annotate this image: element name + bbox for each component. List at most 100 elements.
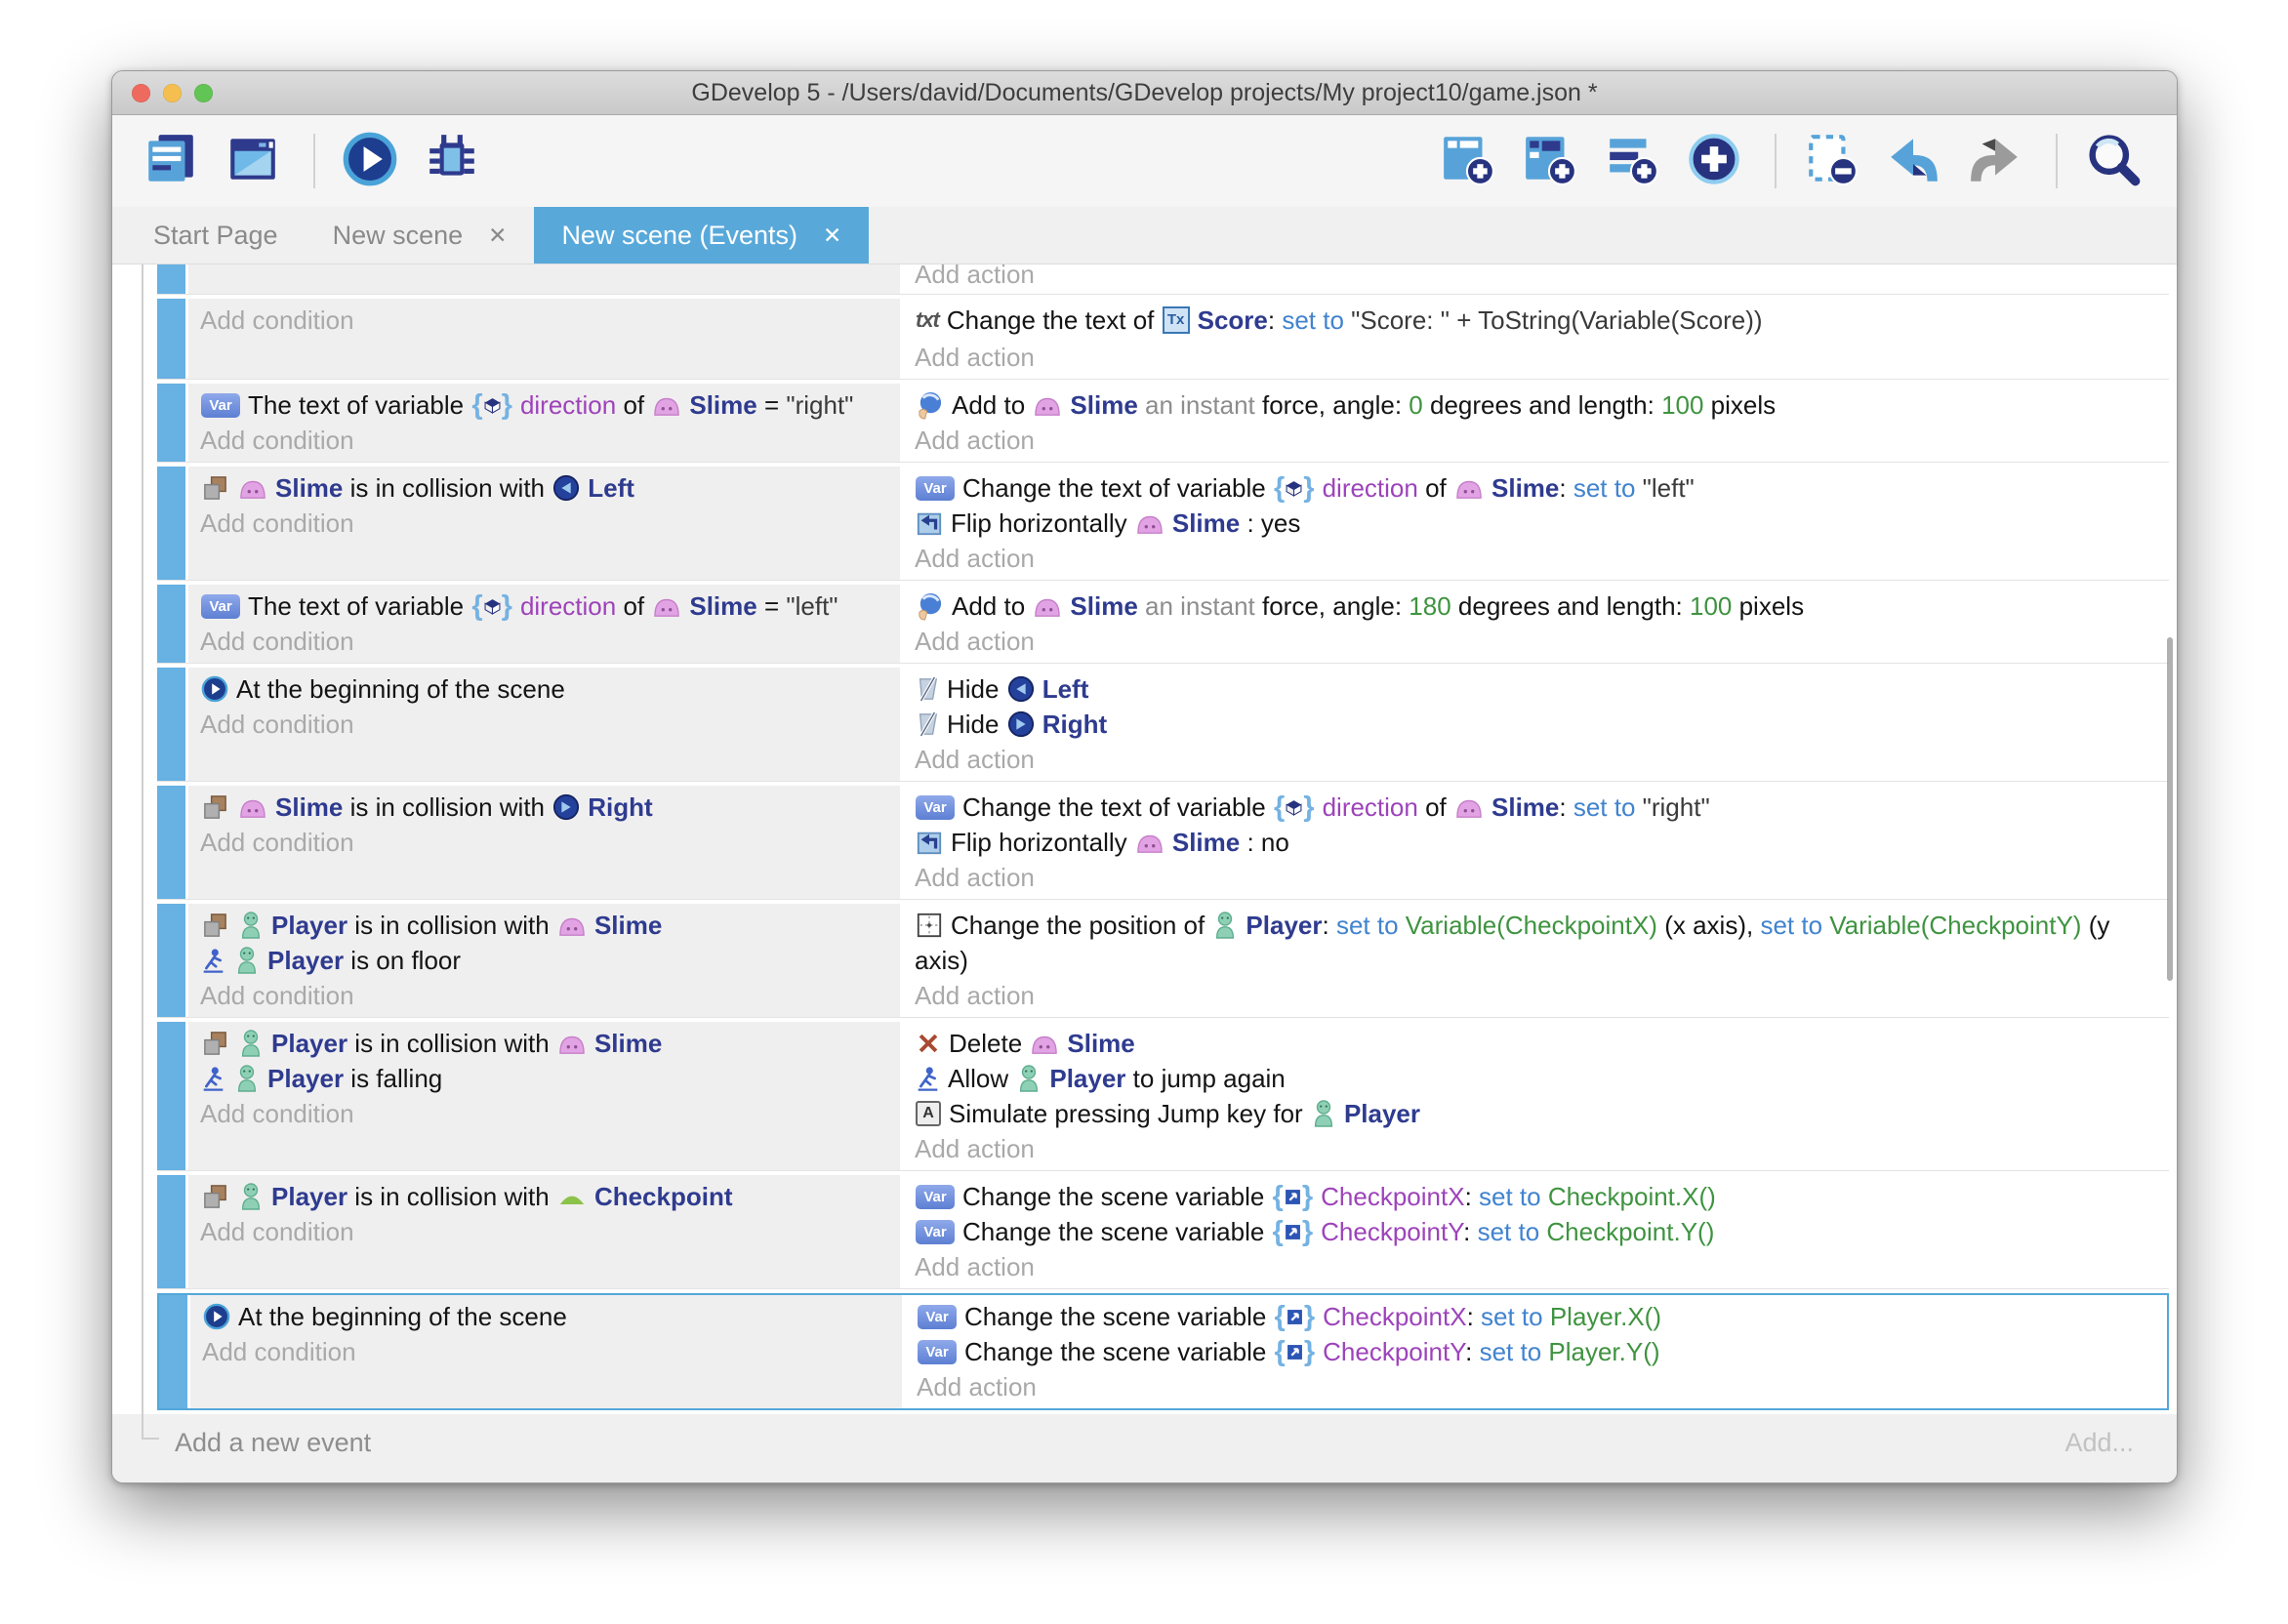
add-action-button[interactable]: Add action xyxy=(915,978,2159,1013)
add-action-button[interactable]: Add action xyxy=(917,1369,2157,1404)
text-segment: = xyxy=(757,591,787,621)
event-row[interactable]: At the beginning of the sceneAdd conditi… xyxy=(157,1293,2169,1410)
condition-line[interactable]: VarThe text of variable {}direction of S… xyxy=(200,589,890,624)
action-line[interactable]: Add to Slime an instant force, angle: 18… xyxy=(915,589,2159,624)
player-icon xyxy=(234,1064,260,1093)
text-segment: Left xyxy=(588,473,634,503)
text-segment: Simulate pressing Jump key for xyxy=(949,1099,1310,1128)
action-line[interactable]: txtChange the text of TxScore: set to "S… xyxy=(915,303,2159,340)
add-subevent-button[interactable] xyxy=(1525,133,1581,189)
event-row[interactable]: Add condition txtChange the text of TxSco… xyxy=(157,299,2169,380)
text-segment: "left" xyxy=(786,591,838,621)
action-line[interactable]: Hide Left xyxy=(915,671,2159,707)
add-action-button[interactable]: Add action xyxy=(915,1131,2159,1166)
debugger-button[interactable] xyxy=(427,133,483,189)
add-condition-button[interactable]: Add condition xyxy=(200,825,890,860)
tab-new-scene-events[interactable]: New scene (Events)✕ xyxy=(534,207,869,264)
text-segment: Player.X() xyxy=(1543,1302,1661,1331)
tab-new-scene[interactable]: New scene✕ xyxy=(306,207,535,264)
event-row[interactable]: Player is in collision with SlimePlayer … xyxy=(157,1022,2169,1171)
add-comment-button[interactable] xyxy=(1607,133,1663,189)
add-condition-button[interactable]: Add condition xyxy=(202,1334,892,1369)
delete-event-button[interactable] xyxy=(1806,133,1862,189)
text-segment: "right" xyxy=(786,390,853,420)
add-condition-button[interactable]: Add condition xyxy=(200,1096,890,1131)
add-condition-button[interactable]: Add condition xyxy=(200,707,890,742)
condition-line[interactable]: Slime is in collision with Right xyxy=(200,790,890,825)
tab-start-page[interactable]: Start Page xyxy=(126,207,306,264)
add-event-icon xyxy=(1440,131,1496,187)
condition-line[interactable]: At the beginning of the scene xyxy=(200,671,890,707)
action-line[interactable]: Flip horizontally Slime : no xyxy=(915,825,2159,860)
condition-line[interactable]: Player is on floor xyxy=(200,943,890,978)
add-action-button[interactable]: Add action xyxy=(915,742,2159,777)
add-condition-button[interactable]: Add condition xyxy=(200,624,890,659)
project-manager-button[interactable] xyxy=(145,133,202,189)
add-more-button[interactable]: Add... xyxy=(2064,1428,2134,1458)
event-rows: Add action Add condition txtChange the tex… xyxy=(157,264,2169,1414)
condition-line[interactable]: Player is in collision with Slime xyxy=(200,908,890,943)
text-segment: Slime xyxy=(594,911,662,940)
condition-line[interactable]: At the beginning of the scene xyxy=(202,1299,892,1334)
actions-cell: VarChange the text of variable {}directi… xyxy=(905,786,2169,899)
redo-button[interactable] xyxy=(1970,133,2026,189)
condition-line[interactable]: Player is in collision with Slime xyxy=(200,1026,890,1061)
action-line[interactable]: VarChange the scene variable {}Checkpoin… xyxy=(917,1334,2157,1369)
text-segment: Add to xyxy=(952,591,1032,621)
add-action-button[interactable]: Add action xyxy=(915,264,2159,292)
condition-line[interactable]: VarThe text of variable {}direction of S… xyxy=(200,387,890,423)
condition-line[interactable]: Player is falling xyxy=(200,1061,890,1096)
action-line[interactable]: VarChange the scene variable {}Checkpoin… xyxy=(915,1179,2159,1214)
add-action-button[interactable]: Add action xyxy=(915,541,2159,576)
action-line[interactable]: Change the position of Player: set to Va… xyxy=(915,908,2159,978)
text-segment: direction xyxy=(520,390,616,420)
event-row[interactable]: Slime is in collision with LeftAdd condi… xyxy=(157,467,2169,581)
action-line[interactable]: Flip horizontally Slime : yes xyxy=(915,506,2159,541)
text-segment: Player xyxy=(267,946,344,975)
action-line[interactable]: Allow Player to jump again xyxy=(915,1061,2159,1096)
tab-close-icon[interactable]: ✕ xyxy=(488,223,507,249)
condition-line[interactable]: Player is in collision with Checkpoint xyxy=(200,1179,890,1214)
action-line[interactable]: VarChange the scene variable {}Checkpoin… xyxy=(915,1214,2159,1249)
add-condition-button[interactable]: Add condition xyxy=(200,978,890,1013)
gdevelop-window: GDevelop 5 - /Users/david/Documents/GDev… xyxy=(111,70,2178,1483)
flip-icon xyxy=(916,829,943,856)
conditions-cell: At the beginning of the sceneAdd conditi… xyxy=(190,1295,902,1408)
action-line[interactable]: Hide Right xyxy=(915,707,2159,742)
add-condition-button[interactable]: Add condition xyxy=(200,423,890,458)
preview-button[interactable] xyxy=(345,133,401,189)
event-row[interactable]: Player is in collision with CheckpointAd… xyxy=(157,1175,2169,1289)
event-row[interactable]: VarThe text of variable {}direction of S… xyxy=(157,384,2169,463)
add-condition-button[interactable]: Add condition xyxy=(200,1214,890,1249)
add-new-button[interactable] xyxy=(1689,133,1745,189)
event-indicator xyxy=(157,384,185,462)
add-action-button[interactable]: Add action xyxy=(915,1249,2159,1284)
action-line[interactable]: VarChange the scene variable {}Checkpoin… xyxy=(917,1299,2157,1334)
add-condition-button[interactable]: Add condition xyxy=(200,506,890,541)
action-line[interactable]: VarChange the text of variable {}directi… xyxy=(915,790,2159,825)
search-button[interactable] xyxy=(2087,133,2144,189)
event-row[interactable]: Slime is in collision with RightAdd cond… xyxy=(157,786,2169,900)
event-row[interactable]: Add action xyxy=(157,264,2169,295)
add-action-button[interactable]: Add action xyxy=(915,423,2159,458)
event-row[interactable]: Player is in collision with SlimePlayer … xyxy=(157,904,2169,1018)
add-action-button[interactable]: Add action xyxy=(915,624,2159,659)
add-condition-button[interactable]: Add condition xyxy=(200,303,890,338)
add-new-event-button[interactable]: Add a new event xyxy=(175,1428,371,1458)
action-line[interactable]: ASimulate pressing Jump key for Player xyxy=(915,1096,2159,1131)
event-row[interactable]: VarThe text of variable {}direction of S… xyxy=(157,585,2169,664)
add-action-button[interactable]: Add action xyxy=(915,340,2159,375)
add-action-button[interactable]: Add action xyxy=(915,860,2159,895)
action-line[interactable]: VarChange the text of variable {}directi… xyxy=(915,470,2159,506)
add-event-button[interactable] xyxy=(1443,133,1499,189)
tab-close-icon[interactable]: ✕ xyxy=(823,223,841,249)
event-row[interactable]: At the beginning of the sceneAdd conditi… xyxy=(157,668,2169,782)
condition-line[interactable]: Slime is in collision with Left xyxy=(200,470,890,506)
scene-editor-button[interactable] xyxy=(227,133,284,189)
text-segment: : xyxy=(1467,1302,1481,1331)
undo-button[interactable] xyxy=(1888,133,1944,189)
action-line[interactable]: Add to Slime an instant force, angle: 0 … xyxy=(915,387,2159,423)
scrollbar-thumb[interactable] xyxy=(2167,637,2173,981)
text-segment: Add to xyxy=(952,390,1032,420)
action-line[interactable]: Delete Slime xyxy=(915,1026,2159,1061)
